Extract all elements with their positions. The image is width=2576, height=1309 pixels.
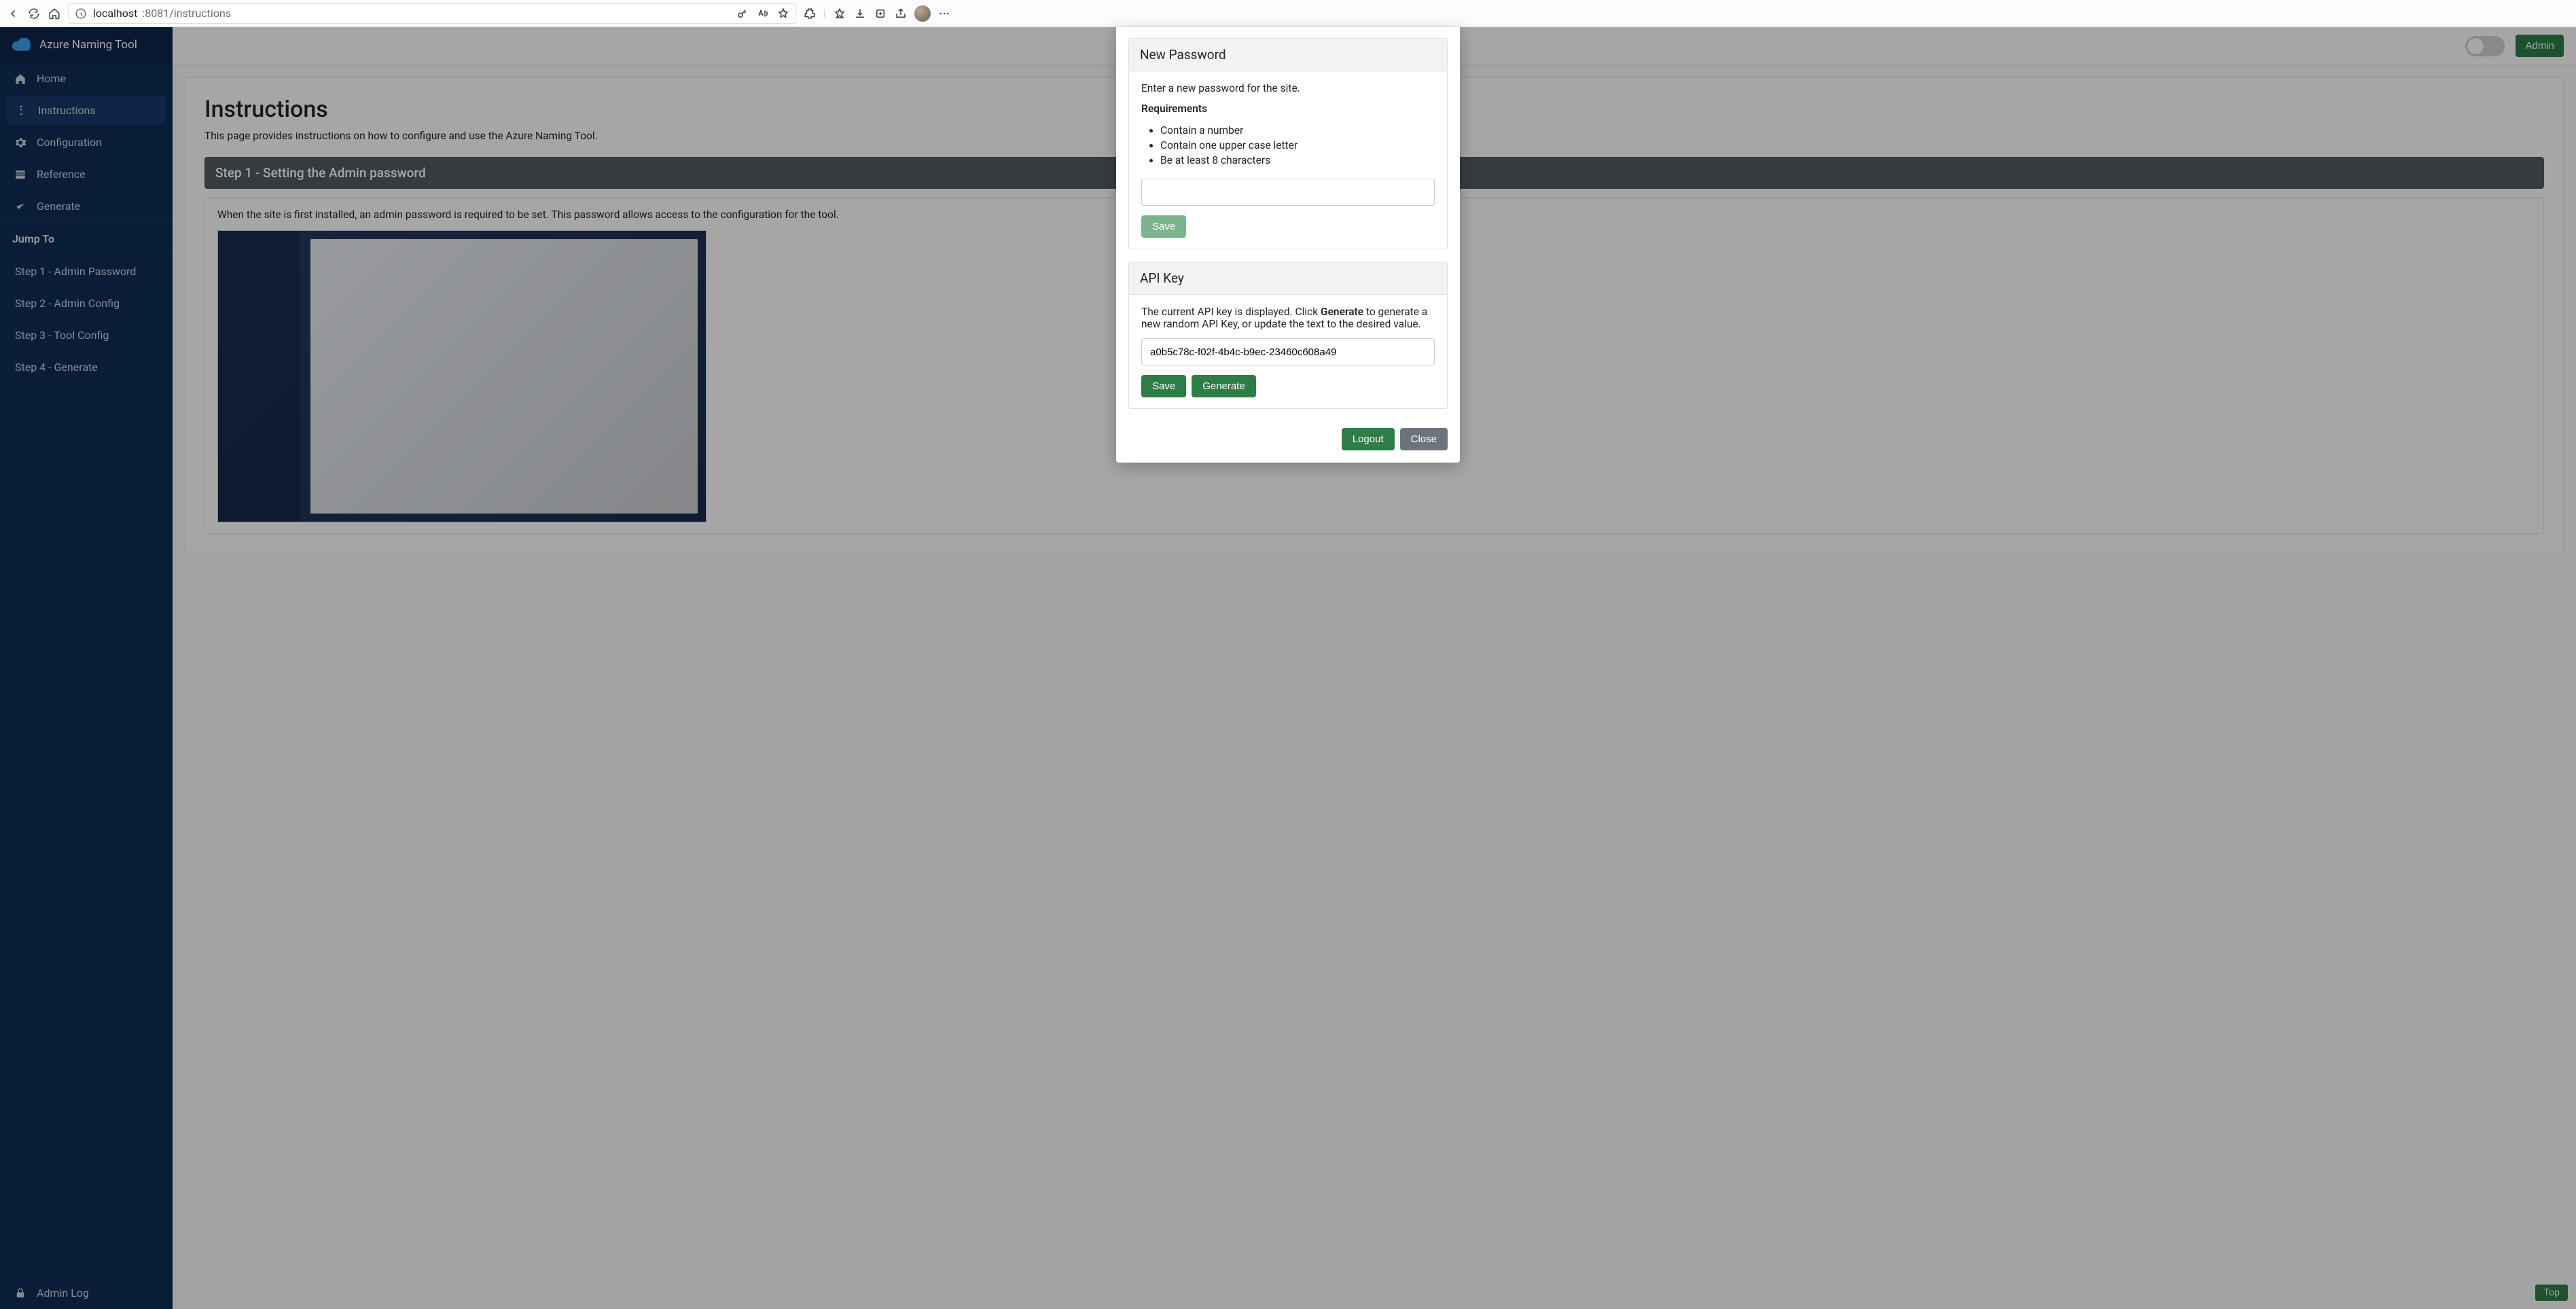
api-key-card: API Key The current API key is displayed… [1128,262,1448,409]
browser-toolbar: localhost:8081/instructions | [0,0,2576,27]
refresh-icon[interactable] [27,7,41,20]
api-key-save-button[interactable]: Save [1141,375,1186,397]
requirement-item: Contain a number [1160,123,1435,138]
api-key-generate-button[interactable]: Generate [1192,375,1256,397]
modal-scrim[interactable]: New Password Enter a new password for th… [0,27,2576,1309]
api-key-description: The current API key is displayed. Click … [1141,306,1435,330]
new-password-header: New Password [1129,39,1447,71]
favorites-list-icon[interactable] [833,7,846,20]
extensions-icon[interactable] [803,7,817,20]
logout-button[interactable]: Logout [1342,428,1395,450]
requirement-item: Be at least 8 characters [1160,153,1435,168]
close-button[interactable]: Close [1400,428,1448,450]
admin-modal: New Password Enter a new password for th… [1116,27,1460,463]
key-icon[interactable] [736,7,749,20]
modal-footer: Logout Close [1116,420,1460,463]
home-icon[interactable] [48,7,61,20]
share-icon[interactable] [894,7,908,20]
new-password-input[interactable] [1141,179,1435,206]
new-password-card: New Password Enter a new password for th… [1128,38,1448,249]
downloads-icon[interactable] [853,7,867,20]
collections-icon[interactable] [874,7,887,20]
new-password-save-button[interactable]: Save [1141,215,1186,238]
api-key-header: API Key [1129,262,1447,295]
info-icon[interactable] [74,7,88,20]
favorite-icon[interactable] [776,7,790,20]
requirements-list: Contain a number Contain one upper case … [1141,123,1435,168]
more-icon[interactable] [937,7,951,20]
requirement-item: Contain one upper case letter [1160,138,1435,153]
api-key-input[interactable] [1141,338,1435,365]
address-bar[interactable]: localhost :8081/instructions [68,3,796,24]
requirements-title: Requirements [1141,103,1435,115]
url-path: :8081/instructions [142,7,231,20]
profile-avatar[interactable] [914,5,931,22]
new-password-intro: Enter a new password for the site. [1141,82,1435,94]
back-icon[interactable] [7,7,20,20]
read-aloud-icon[interactable] [756,7,770,20]
url-host: localhost [93,7,137,20]
